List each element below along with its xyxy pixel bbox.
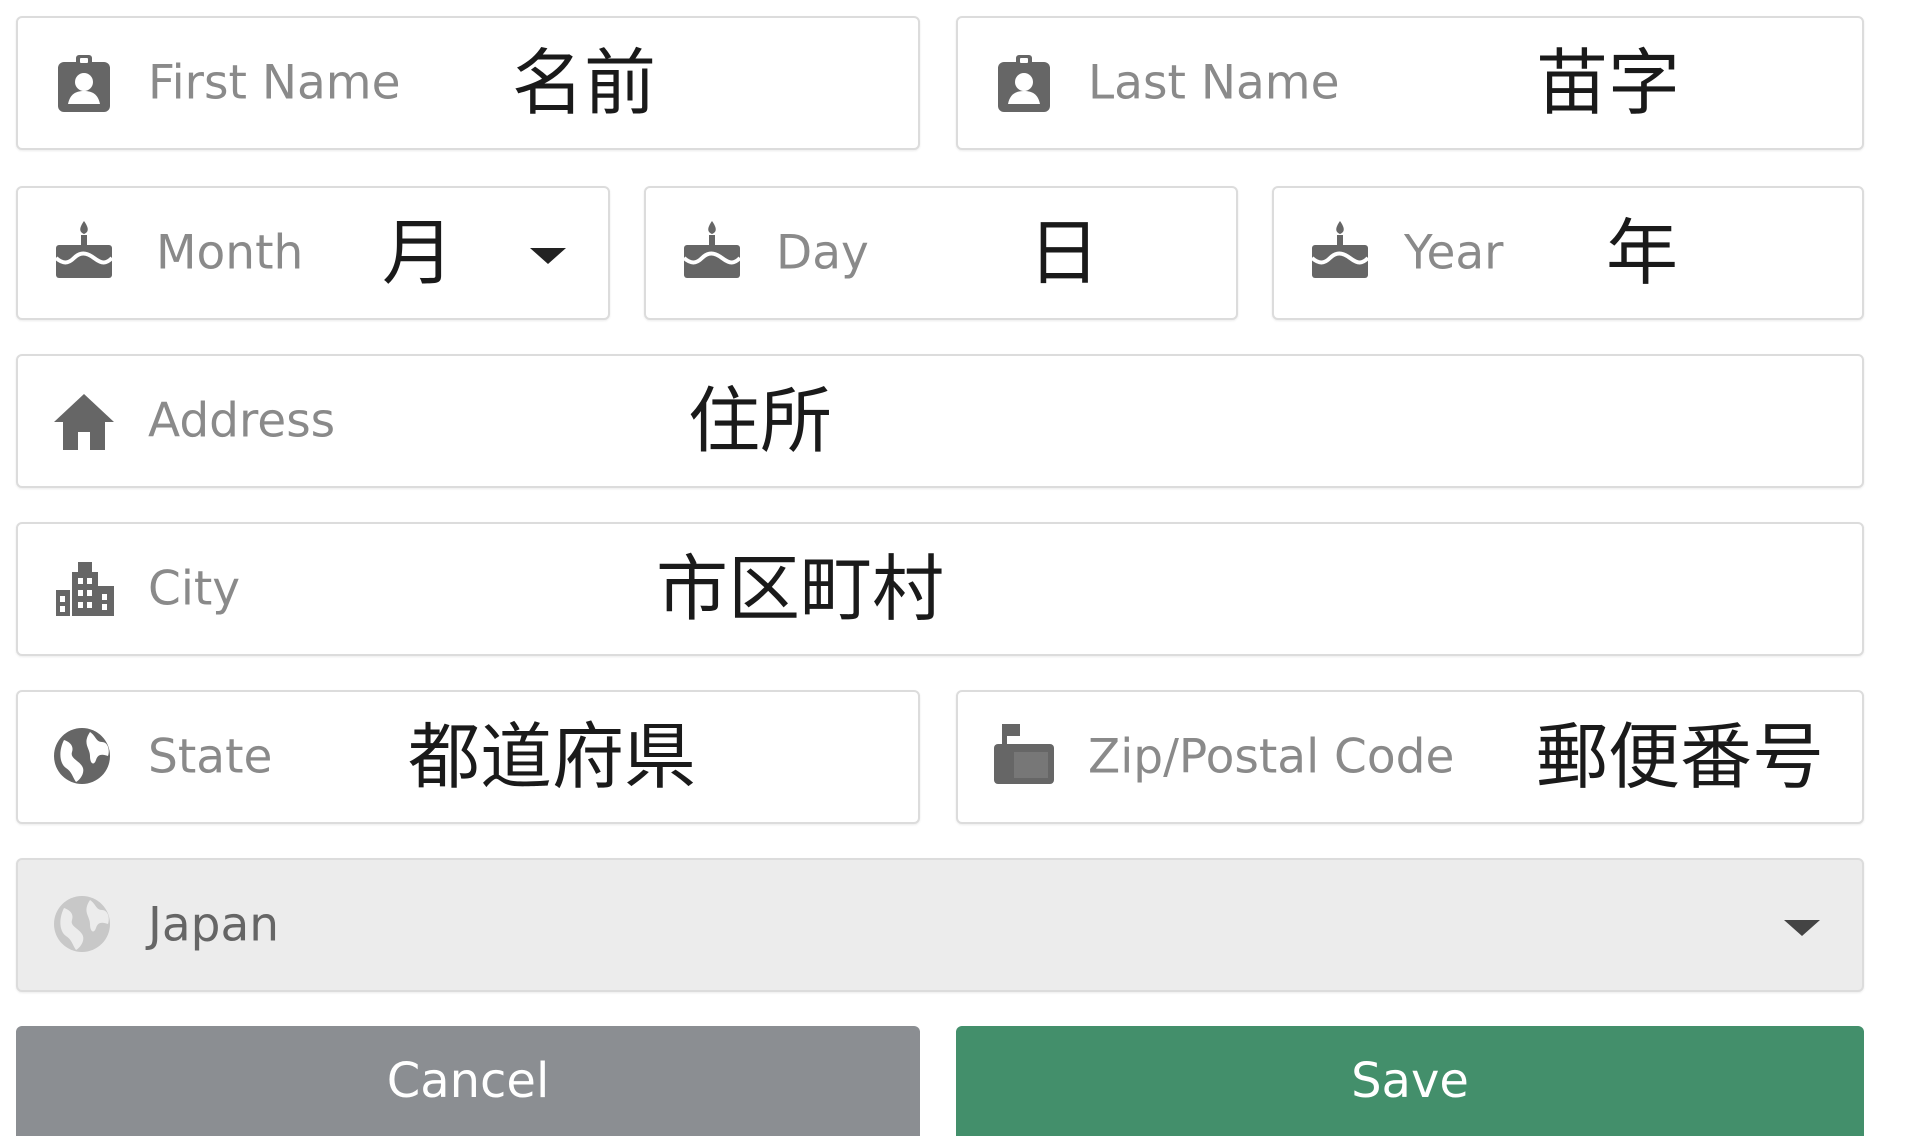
city-label: City (148, 561, 241, 617)
day-label: Day (776, 225, 869, 281)
cancel-button[interactable]: Cancel (16, 1026, 920, 1136)
city-buildings-icon (52, 556, 116, 620)
address-value: 住所 (688, 379, 833, 463)
last-name-field[interactable]: Last Name 苗字 (956, 16, 1864, 150)
chevron-down-icon (1784, 920, 1820, 936)
city-field[interactable]: City 市区町村 (16, 522, 1864, 656)
state-field[interactable]: State 都道府県 (16, 690, 920, 824)
birthday-cake-icon (1308, 218, 1372, 282)
last-name-label: Last Name (1088, 55, 1340, 111)
save-button[interactable]: Save (956, 1026, 1864, 1136)
country-select[interactable]: Japan (16, 858, 1864, 992)
year-label: Year (1404, 225, 1504, 281)
month-value: 月 (382, 211, 455, 295)
globe-icon (50, 892, 114, 956)
month-label: Month (156, 225, 304, 281)
first-name-value: 名前 (512, 41, 657, 125)
zip-postal-code-value: 郵便番号 (1536, 715, 1825, 799)
zip-postal-code-field[interactable]: Zip/Postal Code 郵便番号 (956, 690, 1864, 824)
zip-postal-code-label: Zip/Postal Code (1088, 729, 1455, 785)
month-select[interactable]: Month 月 (16, 186, 610, 320)
home-icon (52, 390, 116, 454)
globe-icon (50, 724, 114, 788)
day-value: 日 (1028, 211, 1101, 295)
contact-form: First Name 名前 Last Name 苗字 Month 月 Day 日… (0, 0, 1920, 1136)
last-name-value: 苗字 (1536, 41, 1681, 125)
address-label: Address (148, 393, 336, 449)
state-value: 都道府県 (408, 715, 697, 799)
year-value: 年 (1606, 211, 1679, 295)
address-field[interactable]: Address 住所 (16, 354, 1864, 488)
birthday-cake-icon (680, 218, 744, 282)
first-name-field[interactable]: First Name 名前 (16, 16, 920, 150)
mailbox-icon (992, 722, 1056, 786)
country-selected-value: Japan (148, 897, 280, 953)
contact-badge-icon (992, 52, 1056, 116)
state-label: State (148, 729, 273, 785)
day-field[interactable]: Day 日 (644, 186, 1238, 320)
birthday-cake-icon (52, 218, 116, 282)
chevron-down-icon (530, 248, 566, 264)
first-name-label: First Name (148, 55, 401, 111)
contact-badge-icon (52, 52, 116, 116)
year-field[interactable]: Year 年 (1272, 186, 1864, 320)
city-value: 市区町村 (656, 547, 945, 631)
